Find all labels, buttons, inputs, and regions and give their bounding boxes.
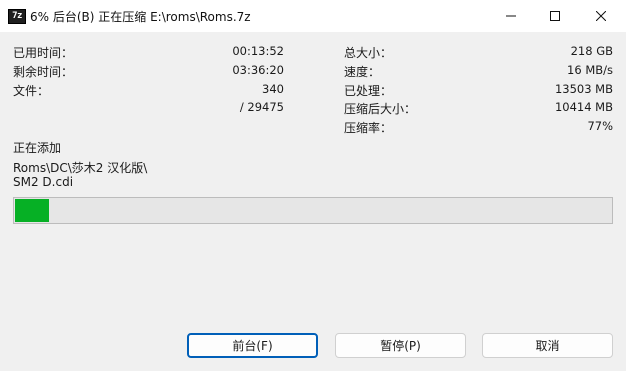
cancel-button[interactable]: 取消 (482, 333, 613, 358)
minimize-button[interactable] (488, 0, 534, 32)
compressed-size-value: 10414 MB (554, 100, 613, 114)
remaining-time-label: 剩余时间： (13, 65, 74, 79)
files-total-value: / 29475 (239, 100, 284, 114)
elapsed-time-value: 00:13:52 (232, 44, 284, 58)
minimize-icon (506, 15, 516, 17)
compression-ratio-label: 压缩率： (344, 121, 393, 135)
maximize-icon (550, 11, 560, 21)
current-action-label: 正在添加 (13, 141, 62, 155)
pause-button[interactable]: 暂停(P) (335, 333, 466, 358)
current-file-path: Roms\DC\莎木2 汉化版\ (13, 161, 148, 175)
elapsed-time-label: 已用时间： (13, 46, 74, 60)
files-value: 340 (262, 82, 284, 96)
processed-label: 已处理： (344, 84, 393, 98)
background-button[interactable]: 前台(F) (187, 333, 318, 358)
total-size-value: 218 GB (570, 44, 613, 58)
speed-value: 16 MB/s (567, 63, 613, 77)
current-file-name: SM2 D.cdi (13, 175, 74, 189)
window-title: 6% 后台(B) 正在压缩 E:\roms\Roms.7z (30, 10, 251, 24)
close-button[interactable] (578, 0, 624, 32)
files-label: 文件： (13, 84, 50, 98)
close-icon (596, 11, 606, 21)
compressed-size-label: 压缩后大小： (344, 102, 417, 116)
maximize-button[interactable] (532, 0, 578, 32)
progress-bar (13, 197, 613, 224)
remaining-time-value: 03:36:20 (232, 63, 284, 77)
7zip-app-icon: 7z (8, 9, 26, 24)
total-size-label: 总大小： (344, 46, 393, 60)
progress-bar-fill (15, 199, 49, 222)
compression-ratio-value: 77% (587, 119, 613, 133)
title-bar[interactable]: 7z 6% 后台(B) 正在压缩 E:\roms\Roms.7z (0, 0, 626, 32)
speed-label: 速度： (344, 65, 381, 79)
processed-value: 13503 MB (554, 82, 613, 96)
compression-progress-window: 7z 6% 后台(B) 正在压缩 E:\roms\Roms.7z 已用时间： 0… (0, 0, 626, 371)
